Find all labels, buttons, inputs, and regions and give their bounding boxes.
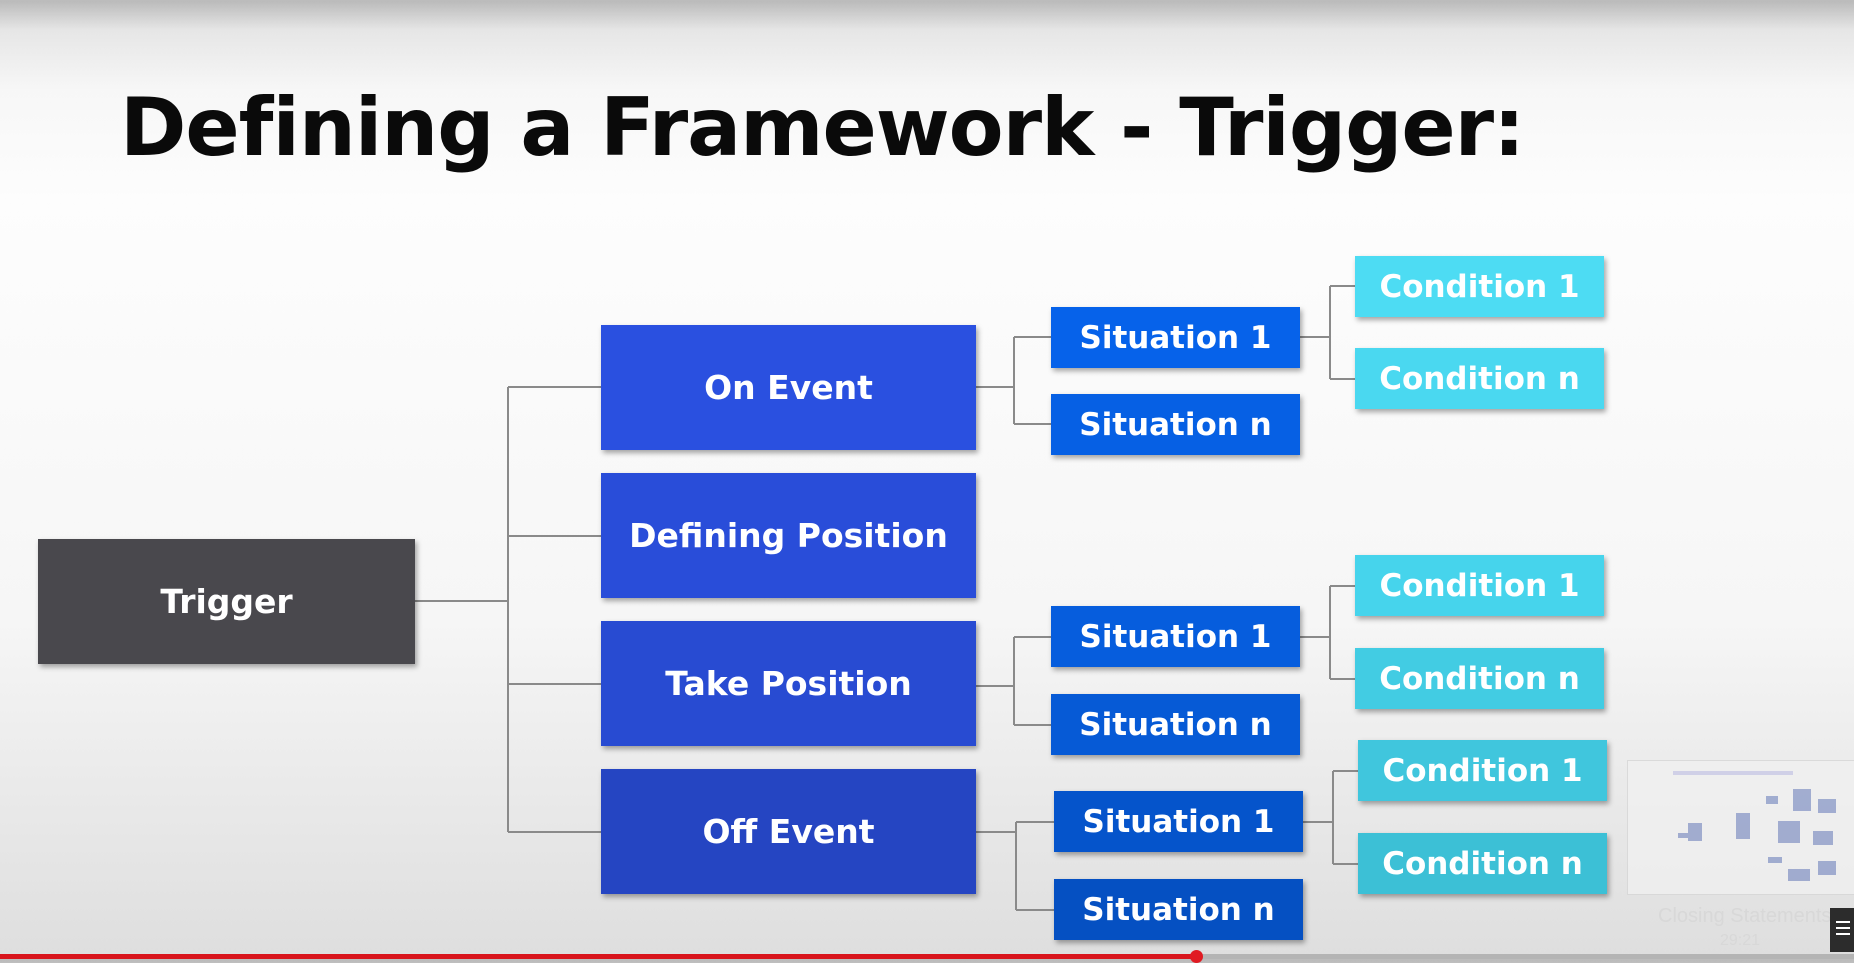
chapters-menu-icon[interactable] (1830, 908, 1854, 952)
take-position-situation-n: Situation n (1051, 694, 1300, 755)
take-position-condition-n: Condition n (1355, 648, 1604, 709)
video-progress-fill (0, 954, 1196, 959)
on-event-condition-n: Condition n (1355, 348, 1604, 409)
on-event-situation-1: Situation 1 (1051, 307, 1300, 368)
on-event-condition-1: Condition 1 (1355, 256, 1604, 317)
off-event-situation-n: Situation n (1054, 879, 1303, 940)
chapter-preview-thumbnail[interactable] (1627, 760, 1854, 895)
off-event-condition-n: Condition n (1358, 833, 1607, 894)
category-defining-position: Defining Position (601, 473, 976, 598)
chapter-caption: Closing Statements (1658, 905, 1832, 927)
thumbnail-diagram-icon (1673, 771, 1836, 881)
take-position-condition-1: Condition 1 (1355, 555, 1604, 616)
category-on-event: On Event (601, 325, 976, 450)
chapter-timestamp: 29:21 (1720, 932, 1761, 949)
on-event-situation-n: Situation n (1051, 394, 1300, 455)
off-event-situation-1: Situation 1 (1054, 791, 1303, 852)
off-event-condition-1: Condition 1 (1358, 740, 1607, 801)
trigger-box: Trigger (38, 539, 415, 664)
take-position-situation-1: Situation 1 (1051, 606, 1300, 667)
category-take-position: Take Position (601, 621, 976, 746)
category-off-event: Off Event (601, 769, 976, 894)
video-scrubber-handle[interactable] (1189, 950, 1203, 963)
